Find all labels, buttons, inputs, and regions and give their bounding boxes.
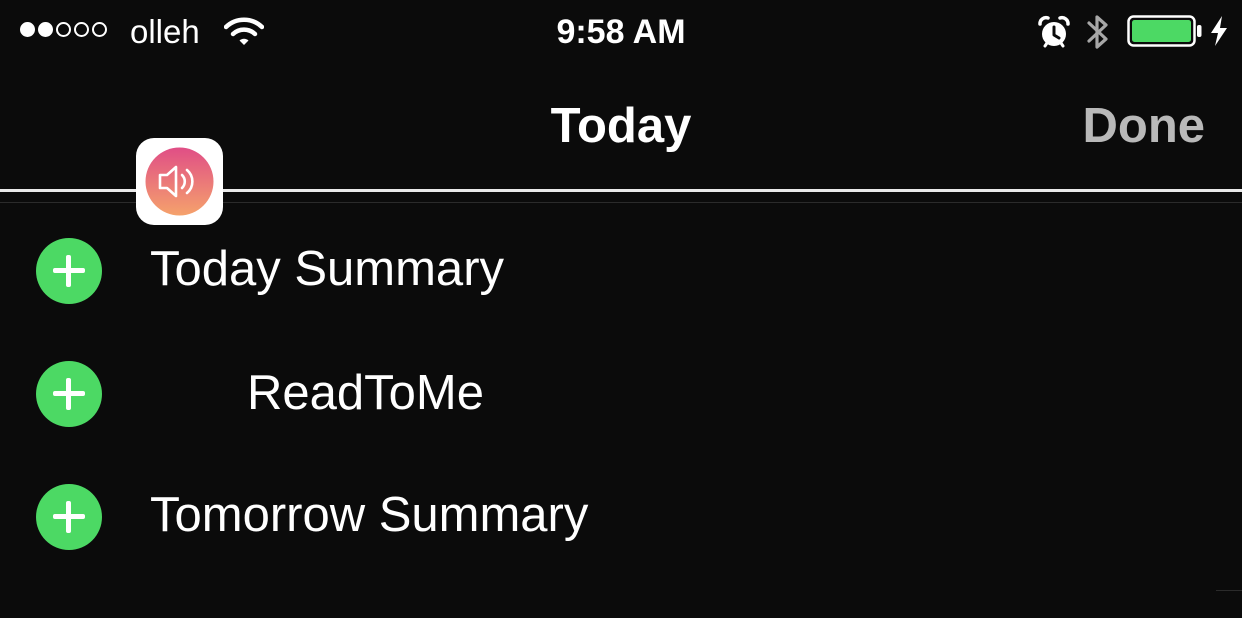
widget-row-today-summary[interactable]: Today Summary	[0, 210, 1242, 333]
widget-list: Today Summary ReadToMe Tomorrow Summary	[0, 210, 1242, 579]
readtome-app-icon	[136, 138, 223, 225]
done-button[interactable]: Done	[1083, 96, 1206, 156]
charging-icon	[1211, 16, 1227, 46]
add-widget-button[interactable]	[36, 361, 102, 427]
widget-row-readtome[interactable]: ReadToMe	[0, 333, 1242, 456]
add-widget-button[interactable]	[36, 484, 102, 550]
bluetooth-icon	[1087, 15, 1108, 49]
add-widget-button[interactable]	[36, 238, 102, 304]
widget-label: ReadToMe	[247, 366, 484, 420]
widget-row-tomorrow-summary[interactable]: Tomorrow Summary	[0, 456, 1242, 579]
alarm-icon	[1038, 15, 1070, 48]
scroll-edge-divider	[1216, 590, 1242, 591]
battery-icon	[1127, 15, 1202, 47]
widget-label: Today Summary	[150, 242, 505, 296]
widget-label: Tomorrow Summary	[150, 488, 589, 542]
readtome-speaker-icon	[145, 147, 214, 216]
status-bar: olleh 9:58 AM	[0, 0, 1242, 64]
